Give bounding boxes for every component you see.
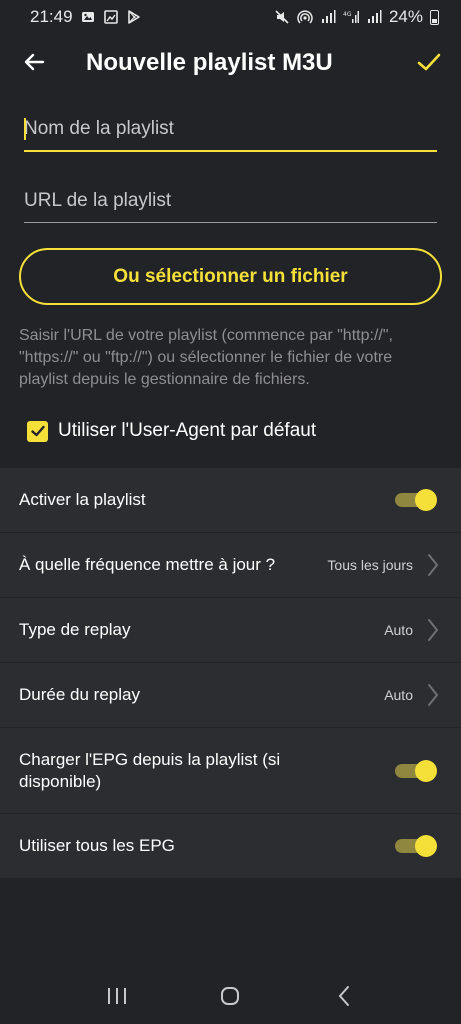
default-user-agent-label: Utiliser l'User-Agent par défaut (58, 420, 317, 441)
status-bar-right: 4G 24% (274, 7, 439, 27)
arrow-left-icon (24, 53, 45, 71)
default-user-agent-row[interactable]: Utiliser l'User-Agent par défaut (27, 418, 316, 444)
load-epg-toggle[interactable] (395, 759, 437, 782)
chevron-right-icon (425, 552, 441, 578)
home-icon (221, 987, 240, 1005)
signal-icon (320, 9, 336, 25)
update-frequency-row[interactable]: À quelle fréquence mettre à jour ? Tous … (0, 533, 461, 598)
settings-list: Activer la playlist À quelle fréquence m… (0, 468, 461, 879)
playlist-name-input[interactable] (24, 108, 437, 150)
helper-text: Saisir l'URL de votre playlist (commence… (19, 327, 393, 388)
update-frequency-value: Tous les jours (327, 557, 413, 573)
enable-playlist-toggle[interactable] (395, 489, 437, 511)
replay-type-label: Type de replay (19, 620, 131, 639)
enable-playlist-label: Activer la playlist (19, 490, 146, 509)
use-all-epg-toggle[interactable] (395, 835, 437, 857)
nav-back-button[interactable] (324, 976, 364, 1016)
toggle-thumb (415, 835, 437, 857)
default-user-agent-checkbox[interactable] (27, 420, 48, 442)
replay-duration-value: Auto (384, 687, 413, 703)
replay-type-row[interactable]: Type de replay Auto (0, 598, 461, 663)
chevron-right-icon (425, 682, 441, 708)
back-icon (338, 986, 350, 1006)
status-bar: 21:49 4G 24% (0, 0, 461, 34)
update-frequency-label: À quelle fréquence mettre à jour ? (19, 555, 276, 574)
hotspot-icon (297, 9, 313, 25)
battery-icon (430, 9, 439, 25)
playlist-name-field[interactable] (24, 108, 437, 152)
status-bar-left: 21:49 (30, 7, 142, 27)
signal-4g-icon: 4G (343, 9, 359, 25)
enable-playlist-row[interactable]: Activer la playlist (0, 468, 461, 533)
back-button[interactable] (16, 44, 52, 80)
svg-text:4G: 4G (343, 11, 352, 18)
toggle-thumb (415, 759, 437, 782)
replay-type-value: Auto (384, 622, 413, 638)
use-all-epg-label: Utiliser tous les EPG (19, 836, 175, 855)
recent-apps-button[interactable] (97, 976, 137, 1016)
app-bar: Nouvelle playlist M3U (0, 34, 461, 90)
system-nav-bar (0, 968, 461, 1024)
signal-icon (366, 9, 382, 25)
play-store-icon (126, 9, 142, 25)
replay-duration-row[interactable]: Durée du replay Auto (0, 663, 461, 728)
confirm-button[interactable] (411, 44, 447, 80)
replay-duration-label: Durée du replay (19, 685, 140, 704)
recent-apps-icon (107, 988, 126, 1004)
mute-icon (274, 9, 290, 25)
load-epg-label: Charger l'EPG depuis la playlist (si dis… (19, 749, 281, 791)
use-all-epg-row[interactable]: Utiliser tous les EPG (0, 814, 461, 879)
load-epg-row[interactable]: Charger l'EPG depuis la playlist (si dis… (0, 728, 461, 814)
toggle-thumb (415, 489, 437, 511)
gallery-icon (80, 9, 96, 25)
playlist-url-input[interactable] (24, 180, 437, 222)
battery-percent: 24% (388, 7, 423, 26)
playlist-url-field[interactable] (24, 180, 437, 223)
text-caret (24, 118, 26, 140)
select-file-button[interactable]: Ou sélectionner un fichier (19, 248, 442, 305)
check-icon (417, 53, 441, 71)
home-button[interactable] (210, 976, 250, 1016)
chevron-right-icon (425, 617, 441, 643)
page-title: Nouvelle playlist M3U (86, 49, 333, 76)
checkmark-icon (30, 425, 45, 437)
image-icon (103, 9, 119, 25)
status-time: 21:49 (30, 7, 73, 26)
